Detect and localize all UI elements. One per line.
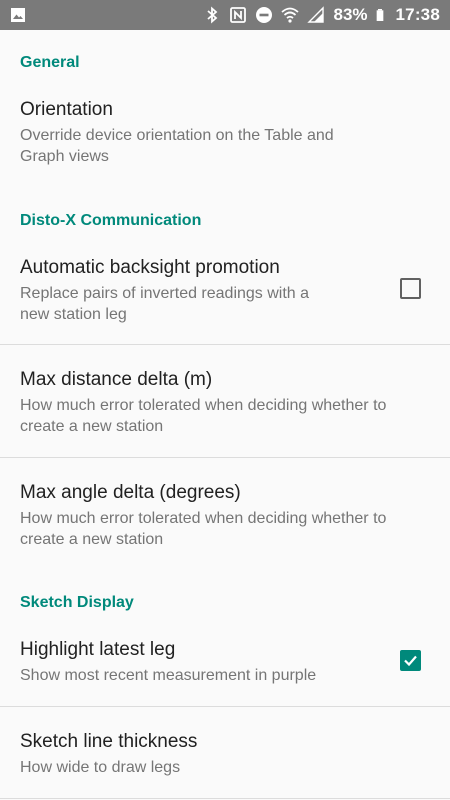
divider: [0, 706, 450, 707]
pref-summary: Override device orientation on the Table…: [20, 127, 334, 165]
pref-backsight[interactable]: Automatic backsight promotion Replace pa…: [0, 248, 450, 344]
pref-title: Orientation: [20, 99, 113, 120]
clock: 17:38: [395, 5, 440, 24]
pref-title: Sketch line thickness: [20, 731, 198, 752]
pref-title: Max distance delta (m): [20, 369, 213, 390]
pref-summary: Replace pairs of inverted readings with …: [20, 285, 310, 323]
section-header-general: General: [20, 54, 80, 71]
pref-title: Automatic backsight promotion: [20, 257, 280, 278]
pref-summary: How much error tolerated when deciding w…: [20, 510, 387, 548]
pref-title: Highlight latest leg: [20, 639, 176, 660]
status-bar: 83% 17:38: [0, 0, 450, 30]
pref-max-angle[interactable]: Max angle delta (degrees) How much error…: [0, 473, 450, 569]
pref-highlight-leg[interactable]: Highlight latest leg Show most recent me…: [0, 630, 450, 706]
pref-orientation[interactable]: Orientation Override device orientation …: [0, 90, 450, 180]
pref-line-thickness[interactable]: Sketch line thickness How wide to draw l…: [0, 722, 450, 798]
section-header-disto: Disto-X Communication: [20, 212, 202, 229]
nfc-icon: [230, 7, 247, 23]
section-header-sketch: Sketch Display: [20, 594, 134, 611]
divider: [0, 344, 450, 345]
checkmark-icon: [404, 655, 417, 667]
pref-summary: How much error tolerated when deciding w…: [20, 397, 387, 435]
pref-summary: Show most recent measurement in purple: [20, 667, 317, 684]
bluetooth-icon: [207, 6, 218, 24]
signal-icon: [307, 6, 325, 23]
do-not-disturb-icon: [256, 7, 273, 23]
pref-title: Max angle delta (degrees): [20, 482, 241, 503]
backsight-checkbox[interactable]: [400, 278, 421, 299]
battery-percent: 83%: [333, 5, 368, 24]
battery-icon: [376, 9, 383, 21]
pref-summary: How wide to draw legs: [20, 759, 181, 776]
highlight-checkbox[interactable]: [400, 650, 421, 671]
pref-max-distance[interactable]: Max distance delta (m) How much error to…: [0, 360, 450, 456]
image-icon: [11, 8, 25, 22]
wifi-icon: [281, 7, 300, 23]
divider: [0, 457, 450, 458]
divider: [0, 798, 450, 799]
